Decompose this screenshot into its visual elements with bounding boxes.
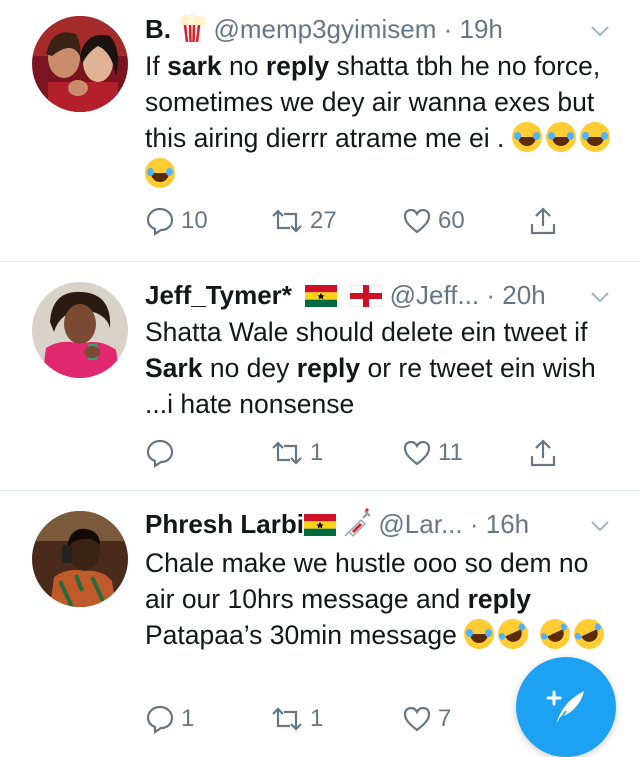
tweet-text: Chale make we hustle ooo so dem no air o…: [145, 545, 615, 654]
display-name[interactable]: B.: [145, 14, 171, 44]
share-icon: [530, 439, 556, 467]
reply-icon: [146, 207, 174, 236]
tweet-header: Phresh Larbi @Lar... · 16h: [145, 508, 530, 539]
chevron-down-icon[interactable]: [590, 290, 610, 304]
share-button[interactable]: [528, 201, 558, 241]
retweet-count: 1: [310, 439, 324, 466]
user-handle[interactable]: @memp3gyimisem: [213, 14, 436, 44]
tweet-actions: 10 27 60: [145, 201, 615, 241]
like-button[interactable]: 11: [402, 433, 463, 473]
reply-count: 10: [181, 207, 208, 234]
display-name[interactable]: Jeff_Tymer*: [145, 280, 292, 310]
avatar[interactable]: [32, 511, 128, 607]
rolling-on-floor-laughing-icon: [534, 614, 575, 654]
face-with-tears-of-joy-icon: [145, 158, 175, 188]
face-with-tears-of-joy-icon: [511, 122, 542, 152]
ghana-flag-icon: [303, 514, 336, 536]
face-with-tears-of-joy-icon: [579, 122, 610, 152]
compose-tweet-button[interactable]: [516, 657, 616, 757]
retweet-button[interactable]: 1: [270, 699, 323, 739]
avatar[interactable]: [32, 16, 128, 112]
retweet-button[interactable]: 1: [270, 433, 323, 473]
timestamp[interactable]: 16h: [486, 509, 529, 539]
reply-button[interactable]: [145, 433, 181, 473]
face-with-tears-of-joy-icon: [545, 122, 576, 152]
timestamp[interactable]: 20h: [502, 280, 545, 310]
avatar[interactable]: [32, 282, 128, 378]
retweet-count: 27: [310, 207, 337, 234]
like-count: 7: [438, 705, 452, 732]
retweet-icon: [272, 707, 302, 731]
tweet[interactable]: Jeff_Tymer* @Jeff... · 20h Shatta Wale s…: [0, 262, 640, 490]
retweet-icon: [272, 209, 302, 233]
like-button[interactable]: 60: [402, 201, 465, 241]
england-flag-icon: [350, 285, 383, 307]
display-name[interactable]: Phresh Larbi: [145, 509, 304, 539]
compose-feather-icon: [546, 690, 584, 726]
like-count: 60: [438, 207, 465, 234]
retweet-button[interactable]: 27: [270, 201, 337, 241]
rolling-on-floor-laughing-icon: [493, 614, 534, 654]
chevron-down-icon[interactable]: [590, 24, 610, 38]
popcorn-icon: [178, 13, 213, 44]
reply-button[interactable]: 1: [145, 699, 194, 739]
share-icon: [530, 207, 556, 235]
rolling-on-floor-laughing-icon: [568, 614, 609, 654]
user-handle[interactable]: @Lar...: [378, 509, 462, 539]
tweet-header: B. @memp3gyimisem · 19h: [145, 13, 503, 44]
timestamp[interactable]: 19h: [460, 14, 503, 44]
tweet-header: Jeff_Tymer* @Jeff... · 20h: [145, 280, 546, 310]
reply-button[interactable]: 10: [145, 201, 208, 241]
tweet-actions: 1 11: [145, 433, 615, 473]
reply-count: 1: [181, 705, 195, 732]
like-button[interactable]: 7: [402, 699, 451, 739]
user-handle[interactable]: @Jeff...: [390, 280, 480, 310]
heart-icon: [403, 706, 431, 732]
chevron-down-icon[interactable]: [590, 519, 610, 533]
reply-icon: [146, 439, 174, 468]
tweet[interactable]: B. @memp3gyimisem · 19h If sark no reply…: [0, 0, 640, 261]
like-count: 11: [438, 439, 463, 466]
tweet-text: Shatta Wale should delete ein tweet if S…: [145, 317, 596, 419]
reply-icon: [146, 705, 174, 734]
retweet-icon: [272, 441, 302, 465]
share-button[interactable]: [528, 433, 558, 473]
syringe-icon: [344, 508, 371, 537]
retweet-count: 1: [310, 705, 324, 732]
tweet-text: If sark no reply shatta tbh he no force,…: [145, 48, 615, 192]
ghana-flag-icon: [305, 285, 338, 307]
heart-icon: [403, 440, 431, 466]
face-with-tears-of-joy-icon: [464, 619, 495, 649]
heart-icon: [403, 208, 431, 234]
